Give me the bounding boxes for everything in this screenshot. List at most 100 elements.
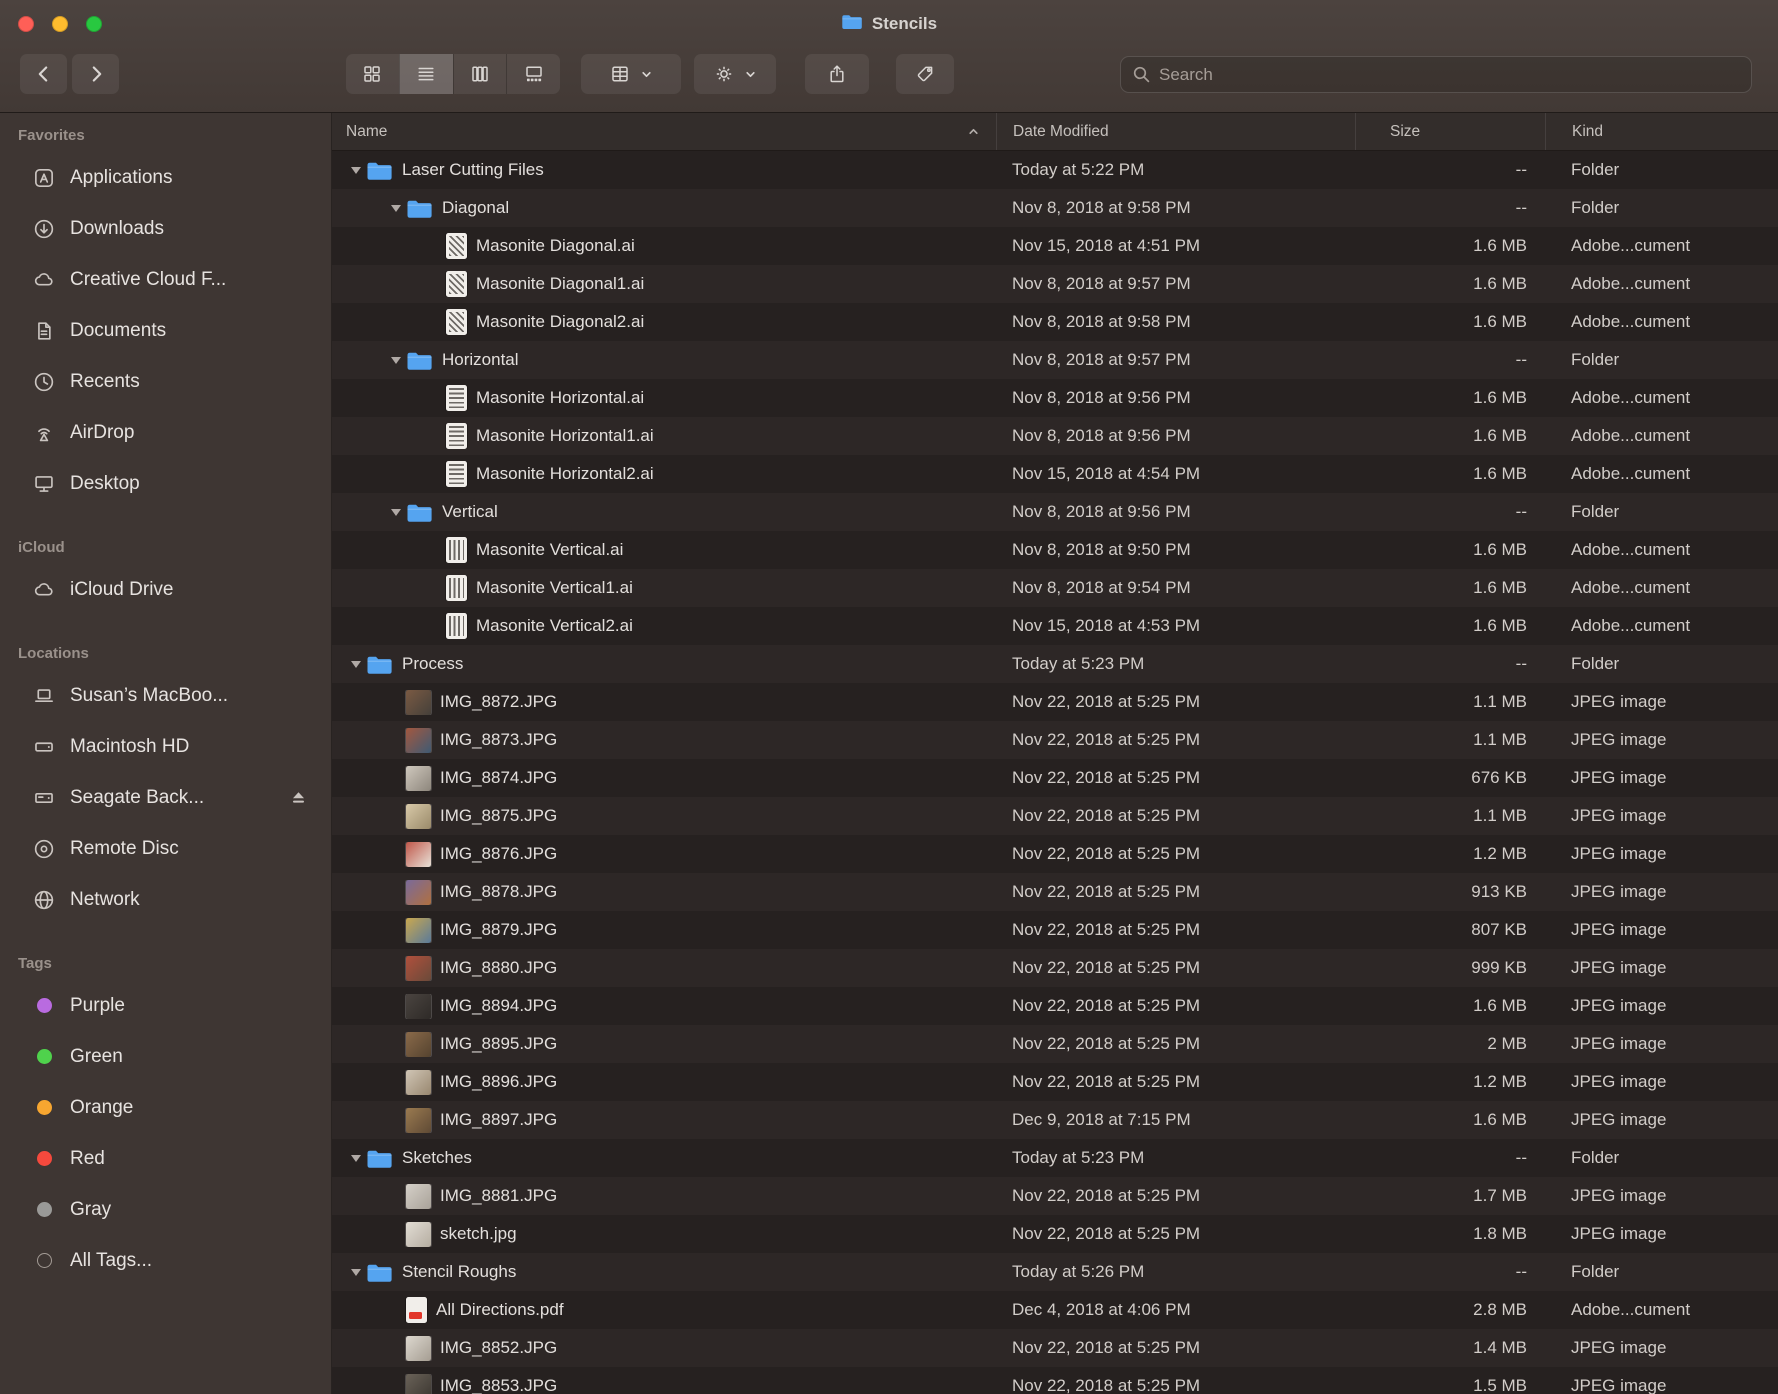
action-menu-button[interactable] xyxy=(694,54,776,94)
folder-row[interactable]: Vertical Nov 8, 2018 at 9:56 PM -- Folder xyxy=(332,493,1778,531)
file-row[interactable]: Masonite Diagonal.ai Nov 15, 2018 at 4:51… xyxy=(332,227,1778,265)
file-name: Masonite Vertical1.ai xyxy=(476,578,633,597)
share-button[interactable] xyxy=(805,54,869,94)
disclosure-triangle[interactable] xyxy=(346,167,366,174)
sidebar-section-title-icloud: iCloud xyxy=(18,539,65,556)
date-modified-cell: Nov 15, 2018 at 4:51 PM xyxy=(1012,236,1201,255)
date-modified-cell: Nov 22, 2018 at 5:25 PM xyxy=(1012,996,1201,1015)
sidebar-item-orange[interactable]: Orange xyxy=(0,1082,331,1133)
folder-row[interactable]: Sketches Today at 5:23 PM -- Folder xyxy=(332,1139,1778,1177)
file-row[interactable]: IMG_8894.JPG Nov 22, 2018 at 5:25 PM 1.6 M… xyxy=(332,987,1778,1025)
file-row[interactable]: Masonite Vertical1.ai Nov 8, 2018 at 9:54… xyxy=(332,569,1778,607)
folder-row[interactable]: Process Today at 5:23 PM -- Folder xyxy=(332,645,1778,683)
disclosure-triangle[interactable] xyxy=(346,661,366,668)
sidebar-item-gray[interactable]: Gray xyxy=(0,1184,331,1235)
file-row[interactable]: Masonite Diagonal1.ai Nov 8, 2018 at 9:57… xyxy=(332,265,1778,303)
sidebar-item-macintosh-hd[interactable]: Macintosh HD xyxy=(0,721,331,772)
kind-cell: Adobe...cument xyxy=(1571,426,1691,445)
pdf-file-icon xyxy=(406,1297,427,1323)
forward-button[interactable] xyxy=(72,54,119,94)
file-row[interactable]: Masonite Vertical.ai Nov 8, 2018 at 9:50 … xyxy=(332,531,1778,569)
kind-cell: Folder xyxy=(1571,160,1620,179)
file-row[interactable]: IMG_8895.JPG Nov 22, 2018 at 5:25 PM 2 MB J… xyxy=(332,1025,1778,1063)
file-row[interactable]: IMG_8879.JPG Nov 22, 2018 at 5:25 PM 807 K… xyxy=(332,911,1778,949)
file-row[interactable]: Masonite Diagonal2.ai Nov 8, 2018 at 9:58… xyxy=(332,303,1778,341)
size-cell: 1.2 MB xyxy=(1473,1072,1527,1091)
name-cell: sketch.jpg xyxy=(332,1221,996,1247)
sidebar-item-creative-cloud-f[interactable]: Creative Cloud F... xyxy=(0,254,331,305)
file-row[interactable]: All Directions.pdf Dec 4, 2018 at 4:06 PM… xyxy=(332,1291,1778,1329)
file-row[interactable]: IMG_8878.JPG Nov 22, 2018 at 5:25 PM 913 K… xyxy=(332,873,1778,911)
sidebar-item-remote-disc[interactable]: Remote Disc xyxy=(0,823,331,874)
window-title: Stencils xyxy=(0,0,1778,48)
file-row[interactable]: IMG_8872.JPG Nov 22, 2018 at 5:25 PM 1.1 M… xyxy=(332,683,1778,721)
image-thumbnail-icon xyxy=(406,1183,431,1209)
network-icon xyxy=(32,889,56,911)
file-row[interactable]: Masonite Vertical2.ai Nov 15, 2018 at 4:5… xyxy=(332,607,1778,645)
kind-cell: Folder xyxy=(1571,1148,1620,1167)
sidebar-item-all-tags[interactable]: All Tags... xyxy=(0,1235,331,1286)
eject-icon[interactable] xyxy=(290,790,307,805)
column-header-name[interactable]: Name xyxy=(332,113,996,150)
sidebar-item-airdrop[interactable]: AirDrop xyxy=(0,407,331,458)
file-rows: Laser Cutting Files Today at 5:22 PM -- Fol… xyxy=(332,151,1778,1394)
file-row[interactable]: Masonite Horizontal.ai Nov 8, 2018 at 9:5… xyxy=(332,379,1778,417)
sidebar-item-seagate-back[interactable]: Seagate Back... xyxy=(0,772,331,823)
date-modified-cell: Nov 22, 2018 at 5:25 PM xyxy=(1012,1186,1201,1205)
sidebar-item-recents[interactable]: Recents xyxy=(0,356,331,407)
sidebar-item-desktop[interactable]: Desktop xyxy=(0,458,331,509)
sidebar-item-icloud-drive[interactable]: iCloud Drive xyxy=(0,564,331,615)
disclosure-triangle[interactable] xyxy=(386,509,406,516)
disclosure-triangle[interactable] xyxy=(386,357,406,364)
file-row[interactable]: IMG_8875.JPG Nov 22, 2018 at 5:25 PM 1.1 M… xyxy=(332,797,1778,835)
sidebar-item-applications[interactable]: Applications xyxy=(0,152,331,203)
file-row[interactable]: IMG_8874.JPG Nov 22, 2018 at 5:25 PM 676 K… xyxy=(332,759,1778,797)
name-cell: IMG_8876.JPG xyxy=(332,841,996,867)
sidebar-item-label: Applications xyxy=(70,166,173,188)
list-view-button[interactable] xyxy=(398,54,453,94)
file-row[interactable]: IMG_8853.JPG Nov 22, 2018 at 5:25 PM 1.5 M… xyxy=(332,1367,1778,1394)
tag-button[interactable] xyxy=(896,54,954,94)
sidebar-item-red[interactable]: Red xyxy=(0,1133,331,1184)
column-header-size[interactable]: Size xyxy=(1355,113,1545,150)
disclosure-triangle[interactable] xyxy=(386,205,406,212)
folder-row[interactable]: Laser Cutting Files Today at 5:22 PM -- Fol… xyxy=(332,151,1778,189)
file-row[interactable]: IMG_8897.JPG Dec 9, 2018 at 7:15 PM 1.6 MB… xyxy=(332,1101,1778,1139)
disclosure-triangle[interactable] xyxy=(346,1269,366,1276)
search-input[interactable] xyxy=(1159,64,1740,85)
sidebar-item-green[interactable]: Green xyxy=(0,1031,331,1082)
sidebar-item-purple[interactable]: Purple xyxy=(0,980,331,1031)
file-row[interactable]: IMG_8881.JPG Nov 22, 2018 at 5:25 PM 1.7 M… xyxy=(332,1177,1778,1215)
file-row[interactable]: sketch.jpg Nov 22, 2018 at 5:25 PM 1.8 MB J… xyxy=(332,1215,1778,1253)
file-row[interactable]: IMG_8880.JPG Nov 22, 2018 at 5:25 PM 999 K… xyxy=(332,949,1778,987)
folder-row[interactable]: Stencil Roughs Today at 5:26 PM -- Folder xyxy=(332,1253,1778,1291)
column-header-kind[interactable]: Kind xyxy=(1545,113,1778,150)
sidebar-item-documents[interactable]: Documents xyxy=(0,305,331,356)
folder-row[interactable]: Diagonal Nov 8, 2018 at 9:58 PM -- Folder xyxy=(332,189,1778,227)
disclosure-triangle[interactable] xyxy=(346,1155,366,1162)
group-by-button[interactable] xyxy=(581,54,681,94)
sidebar-item-susan-s-macboo[interactable]: Susan’s MacBoo... xyxy=(0,670,331,721)
file-row[interactable]: IMG_8873.JPG Nov 22, 2018 at 5:25 PM 1.1 M… xyxy=(332,721,1778,759)
sidebar-item-downloads[interactable]: Downloads xyxy=(0,203,331,254)
illustrator-file-icon xyxy=(446,461,467,487)
sidebar-item-label: iCloud Drive xyxy=(70,578,174,600)
file-row[interactable]: Masonite Horizontal1.ai Nov 8, 2018 at 9:… xyxy=(332,417,1778,455)
gallery-view-button[interactable] xyxy=(506,54,560,94)
file-row[interactable]: Masonite Horizontal2.ai Nov 15, 2018 at 4… xyxy=(332,455,1778,493)
folder-row[interactable]: Horizontal Nov 8, 2018 at 9:57 PM -- Folder xyxy=(332,341,1778,379)
icon-view-button[interactable] xyxy=(346,54,399,94)
sidebar-item-label: Recents xyxy=(70,370,140,392)
kind-cell: JPEG image xyxy=(1571,1072,1667,1091)
back-button[interactable] xyxy=(20,54,67,94)
file-row[interactable]: IMG_8852.JPG Nov 22, 2018 at 5:25 PM 1.4 M… xyxy=(332,1329,1778,1367)
sidebar-item-network[interactable]: Network xyxy=(0,874,331,925)
column-view-button[interactable] xyxy=(452,54,507,94)
date-modified-cell: Nov 22, 2018 at 5:25 PM xyxy=(1012,730,1201,749)
file-row[interactable]: IMG_8876.JPG Nov 22, 2018 at 5:25 PM 1.2 M… xyxy=(332,835,1778,873)
sidebar-section-title-locations: Locations xyxy=(18,645,89,662)
sidebar-item-label: Downloads xyxy=(70,217,164,239)
size-cell: 1.1 MB xyxy=(1473,692,1527,711)
column-header-date-modified[interactable]: Date Modified xyxy=(996,113,1355,150)
file-row[interactable]: IMG_8896.JPG Nov 22, 2018 at 5:25 PM 1.2 M… xyxy=(332,1063,1778,1101)
